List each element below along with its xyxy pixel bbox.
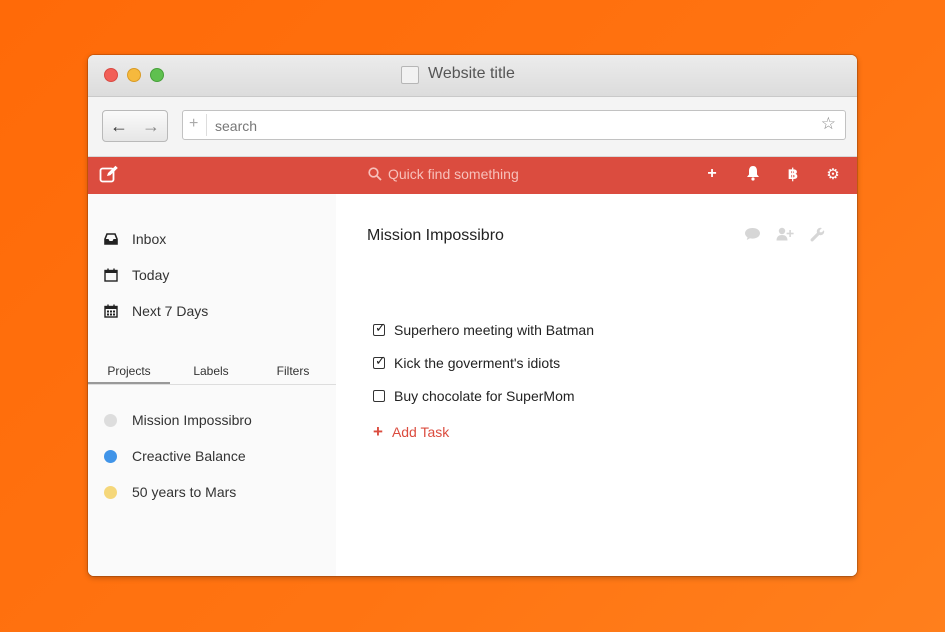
- quick-find-placeholder: Quick find something: [388, 166, 519, 182]
- navigation-buttons: ← →: [102, 110, 168, 142]
- task-checkbox-checked[interactable]: ✓: [373, 320, 386, 336]
- add-person-icon[interactable]: [776, 227, 794, 245]
- wrench-icon[interactable]: [810, 227, 825, 246]
- bell-icon[interactable]: [744, 165, 762, 186]
- gear-icon[interactable]: ⚙: [824, 165, 842, 183]
- tab-filters[interactable]: Filters: [252, 364, 334, 378]
- plus-icon[interactable]: +: [189, 115, 198, 133]
- tab-projects[interactable]: Projects: [88, 364, 170, 378]
- project-label: 50 years to Mars: [132, 484, 237, 500]
- comment-icon[interactable]: [744, 227, 761, 245]
- sidebar-item-label: Next 7 Days: [132, 303, 209, 319]
- divider: [206, 114, 207, 136]
- edit-icon[interactable]: [99, 165, 119, 189]
- task-label: Superhero meeting with Batman: [394, 322, 594, 338]
- project-label: Creactive Balance: [132, 448, 246, 464]
- task-item[interactable]: ✓ Kick the goverment's idiots: [373, 353, 561, 371]
- checkmark-icon: ✓: [375, 320, 386, 335]
- plus-icon: +: [373, 422, 383, 441]
- inbox-icon: [104, 232, 118, 246]
- bitcoin-icon[interactable]: ฿: [784, 165, 802, 183]
- add-task-label: Add Task: [391, 424, 450, 440]
- page-icon: [401, 66, 419, 84]
- sidebar-item-today[interactable]: Today: [104, 267, 169, 283]
- sidebar-item-inbox[interactable]: Inbox: [104, 231, 166, 247]
- window-title: Website title: [428, 65, 515, 82]
- search-icon: [368, 167, 382, 181]
- calendar-week-icon: [104, 304, 118, 318]
- minimize-window-button[interactable]: [127, 68, 141, 82]
- project-color-dot: [104, 449, 117, 463]
- search-input[interactable]: [213, 114, 807, 138]
- bookmark-star-icon[interactable]: ☆: [821, 114, 836, 134]
- quick-find[interactable]: Quick find something: [368, 166, 519, 182]
- page-title: Mission Impossibro: [367, 227, 504, 244]
- tab-labels[interactable]: Labels: [170, 364, 252, 378]
- task-label: Kick the goverment's idiots: [394, 355, 561, 371]
- add-task-button[interactable]: + Add Task: [373, 422, 449, 442]
- title-bar: Website title: [88, 55, 857, 97]
- sidebar-item-label: Inbox: [132, 231, 167, 247]
- task-item[interactable]: ✓ Superhero meeting with Batman: [373, 320, 594, 338]
- checkmark-icon: ✓: [375, 353, 386, 368]
- app-header: Quick find something + ฿ ⚙: [88, 157, 857, 194]
- project-color-dot: [104, 485, 117, 499]
- maximize-window-button[interactable]: [150, 68, 164, 82]
- sidebar-item-next-7-days[interactable]: Next 7 Days: [104, 303, 208, 319]
- back-arrow-icon[interactable]: ←: [103, 111, 135, 141]
- address-bar: + ☆: [182, 110, 846, 140]
- close-window-button[interactable]: [104, 68, 118, 82]
- sidebar-item-label: Today: [132, 267, 170, 283]
- task-label: Buy chocolate for SuperMom: [394, 388, 575, 404]
- browser-toolbar: ← → + ☆: [88, 97, 857, 157]
- task-checkbox[interactable]: [373, 390, 385, 402]
- sidebar-tabs: Projects Labels Filters: [88, 358, 336, 385]
- project-50-years-to-mars[interactable]: 50 years to Mars: [104, 484, 236, 500]
- main-content: Mission Impossibro ✓ Superhero meeting w…: [336, 194, 857, 576]
- project-creactive-balance[interactable]: Creactive Balance: [104, 448, 246, 464]
- forward-arrow-icon[interactable]: →: [135, 111, 167, 141]
- add-icon[interactable]: +: [703, 165, 721, 183]
- task-item[interactable]: Buy chocolate for SuperMom: [373, 388, 575, 404]
- project-label: Mission Impossibro: [132, 412, 252, 428]
- sidebar: Inbox Today Next 7 Days Projects Labels …: [88, 194, 336, 576]
- calendar-icon: [104, 268, 118, 282]
- task-checkbox-checked[interactable]: ✓: [373, 353, 386, 369]
- project-mission-impossibro[interactable]: Mission Impossibro: [104, 412, 252, 428]
- active-tab-indicator: [88, 382, 170, 384]
- project-color-dot: [104, 413, 117, 427]
- browser-window: Website title ← → + ☆ Quick find somethi…: [88, 55, 857, 576]
